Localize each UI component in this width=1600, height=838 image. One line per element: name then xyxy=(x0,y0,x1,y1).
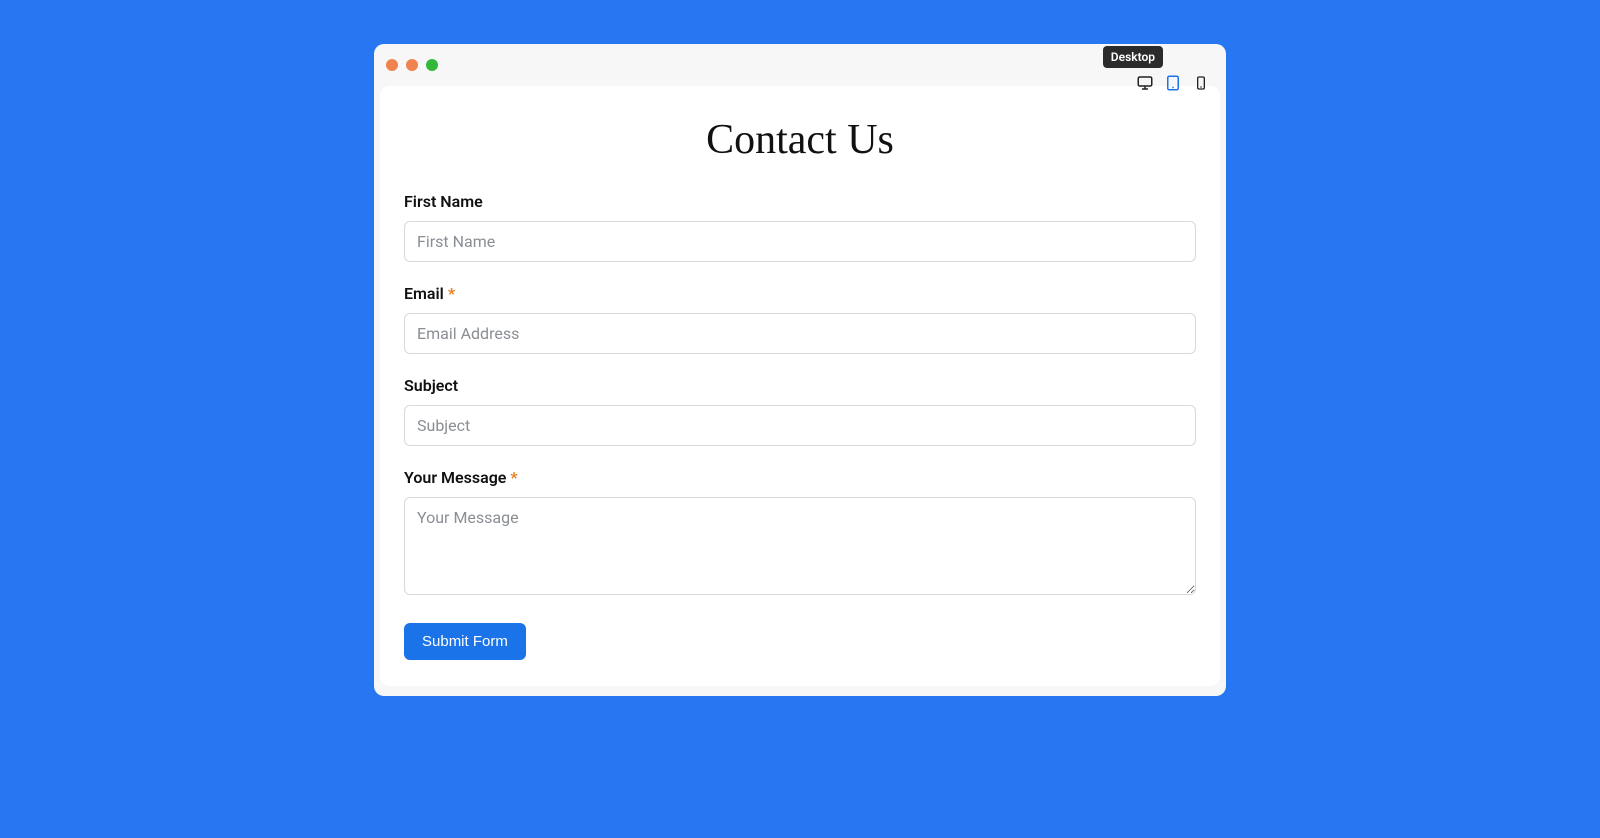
email-label: Email* xyxy=(404,284,1196,303)
device-tooltip: Desktop xyxy=(1103,46,1163,68)
required-marker: * xyxy=(510,468,517,487)
first-name-label: First Name xyxy=(404,192,1196,211)
mobile-icon[interactable] xyxy=(1190,72,1212,94)
field-email: Email* xyxy=(404,284,1196,354)
form-card: Contact Us First Name Email* Subject You… xyxy=(380,86,1220,686)
traffic-minimize-icon[interactable] xyxy=(406,59,418,71)
message-label: Your Message* xyxy=(404,468,1196,487)
page-title: Contact Us xyxy=(404,116,1196,164)
email-input[interactable] xyxy=(404,313,1196,354)
field-message: Your Message* xyxy=(404,468,1196,599)
desktop-icon[interactable] xyxy=(1134,72,1156,94)
tablet-icon[interactable] xyxy=(1162,72,1184,94)
message-textarea[interactable] xyxy=(404,497,1196,595)
traffic-zoom-icon[interactable] xyxy=(426,59,438,71)
traffic-close-icon[interactable] xyxy=(386,59,398,71)
subject-input[interactable] xyxy=(404,405,1196,446)
window-titlebar xyxy=(374,44,1226,86)
device-preview-toggles xyxy=(1134,72,1212,94)
required-marker: * xyxy=(448,284,455,303)
field-first-name: First Name xyxy=(404,192,1196,262)
field-subject: Subject xyxy=(404,376,1196,446)
first-name-input[interactable] xyxy=(404,221,1196,262)
traffic-lights xyxy=(386,59,438,71)
subject-label: Subject xyxy=(404,376,1196,395)
submit-button[interactable]: Submit Form xyxy=(404,623,526,660)
preview-window: Desktop Contact Us First Name Email* xyxy=(374,44,1226,696)
